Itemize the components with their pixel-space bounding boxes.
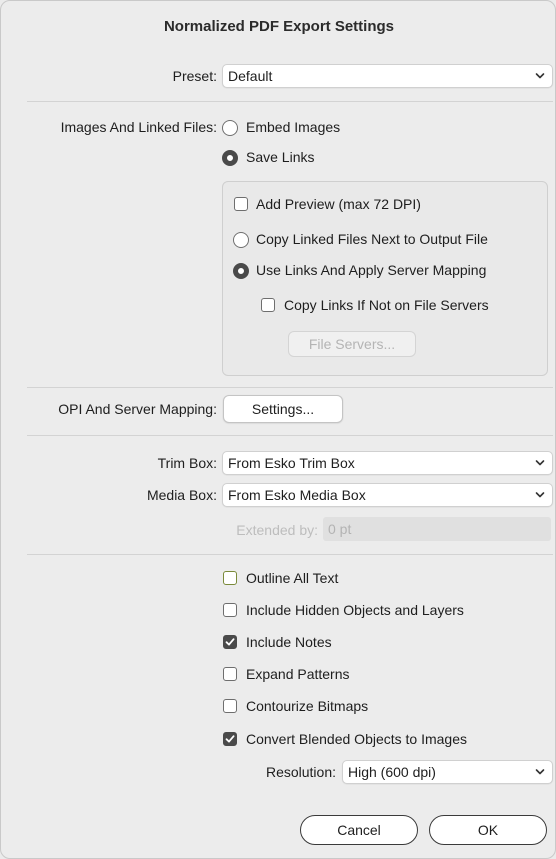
add-preview-label[interactable]: Add Preview (max 72 DPI) (256, 196, 421, 212)
include-hidden-objects-checkbox[interactable] (223, 603, 237, 617)
separator (27, 387, 553, 388)
contourize-bitmaps-checkbox[interactable] (223, 699, 237, 713)
save-links-radio[interactable] (222, 150, 238, 166)
add-preview-checkbox[interactable] (234, 197, 248, 211)
copy-linked-files-radio[interactable] (233, 232, 249, 248)
export-settings-dialog: Normalized PDF Export Settings Preset: D… (0, 0, 556, 859)
media-box-value: From Esko Media Box (228, 487, 366, 503)
checkmark-icon (225, 735, 235, 743)
embed-images-radio[interactable] (222, 120, 238, 136)
trim-box-label: Trim Box: (157, 455, 217, 471)
extended-by-label: Extended by: (236, 522, 318, 538)
ok-button[interactable]: OK (429, 815, 547, 845)
convert-blended-objects-checkbox[interactable] (223, 732, 237, 746)
save-links-label[interactable]: Save Links (246, 149, 314, 165)
embed-images-label[interactable]: Embed Images (246, 119, 340, 135)
images-linked-files-label: Images And Linked Files: (60, 119, 217, 135)
dialog-title: Normalized PDF Export Settings (163, 18, 395, 35)
expand-patterns-checkbox[interactable] (223, 667, 237, 681)
checkmark-icon (225, 638, 235, 646)
media-box-label: Media Box: (146, 487, 217, 503)
trim-box-select[interactable]: From Esko Trim Box (222, 451, 553, 475)
preset-label: Preset: (172, 68, 217, 84)
extended-by-field[interactable]: 0 pt (323, 517, 551, 541)
chevron-down-icon (535, 769, 545, 775)
copy-links-if-not-label[interactable]: Copy Links If Not on File Servers (284, 297, 489, 313)
preset-value: Default (228, 68, 273, 84)
resolution-label: Resolution: (265, 764, 336, 780)
chevron-down-icon (535, 460, 545, 466)
resolution-select[interactable]: High (600 dpi) (342, 760, 553, 784)
chevron-down-icon (535, 73, 545, 79)
contourize-bitmaps-label[interactable]: Contourize Bitmaps (246, 698, 368, 714)
copy-linked-files-label[interactable]: Copy Linked Files Next to Output File (256, 231, 488, 247)
expand-patterns-label[interactable]: Expand Patterns (246, 666, 350, 682)
chevron-down-icon (535, 492, 545, 498)
include-notes-label[interactable]: Include Notes (246, 634, 332, 650)
use-links-server-mapping-label[interactable]: Use Links And Apply Server Mapping (256, 262, 486, 278)
opi-server-mapping-label: OPI And Server Mapping: (58, 401, 217, 417)
outline-all-text-label[interactable]: Outline All Text (246, 570, 338, 586)
trim-box-value: From Esko Trim Box (228, 455, 355, 471)
cancel-button[interactable]: Cancel (300, 815, 418, 845)
include-notes-checkbox[interactable] (223, 635, 237, 649)
separator (27, 435, 553, 436)
preset-select[interactable]: Default (222, 64, 553, 88)
separator (27, 554, 553, 555)
include-hidden-objects-label[interactable]: Include Hidden Objects and Layers (246, 602, 464, 618)
outline-all-text-checkbox[interactable] (223, 571, 237, 585)
copy-links-if-not-checkbox[interactable] (261, 298, 275, 312)
file-servers-button[interactable]: File Servers... (288, 331, 416, 357)
convert-blended-objects-label[interactable]: Convert Blended Objects to Images (246, 731, 467, 747)
media-box-select[interactable]: From Esko Media Box (222, 483, 553, 507)
separator (27, 101, 553, 102)
resolution-value: High (600 dpi) (348, 764, 436, 780)
opi-settings-button[interactable]: Settings... (223, 395, 343, 423)
use-links-server-mapping-radio[interactable] (233, 263, 249, 279)
